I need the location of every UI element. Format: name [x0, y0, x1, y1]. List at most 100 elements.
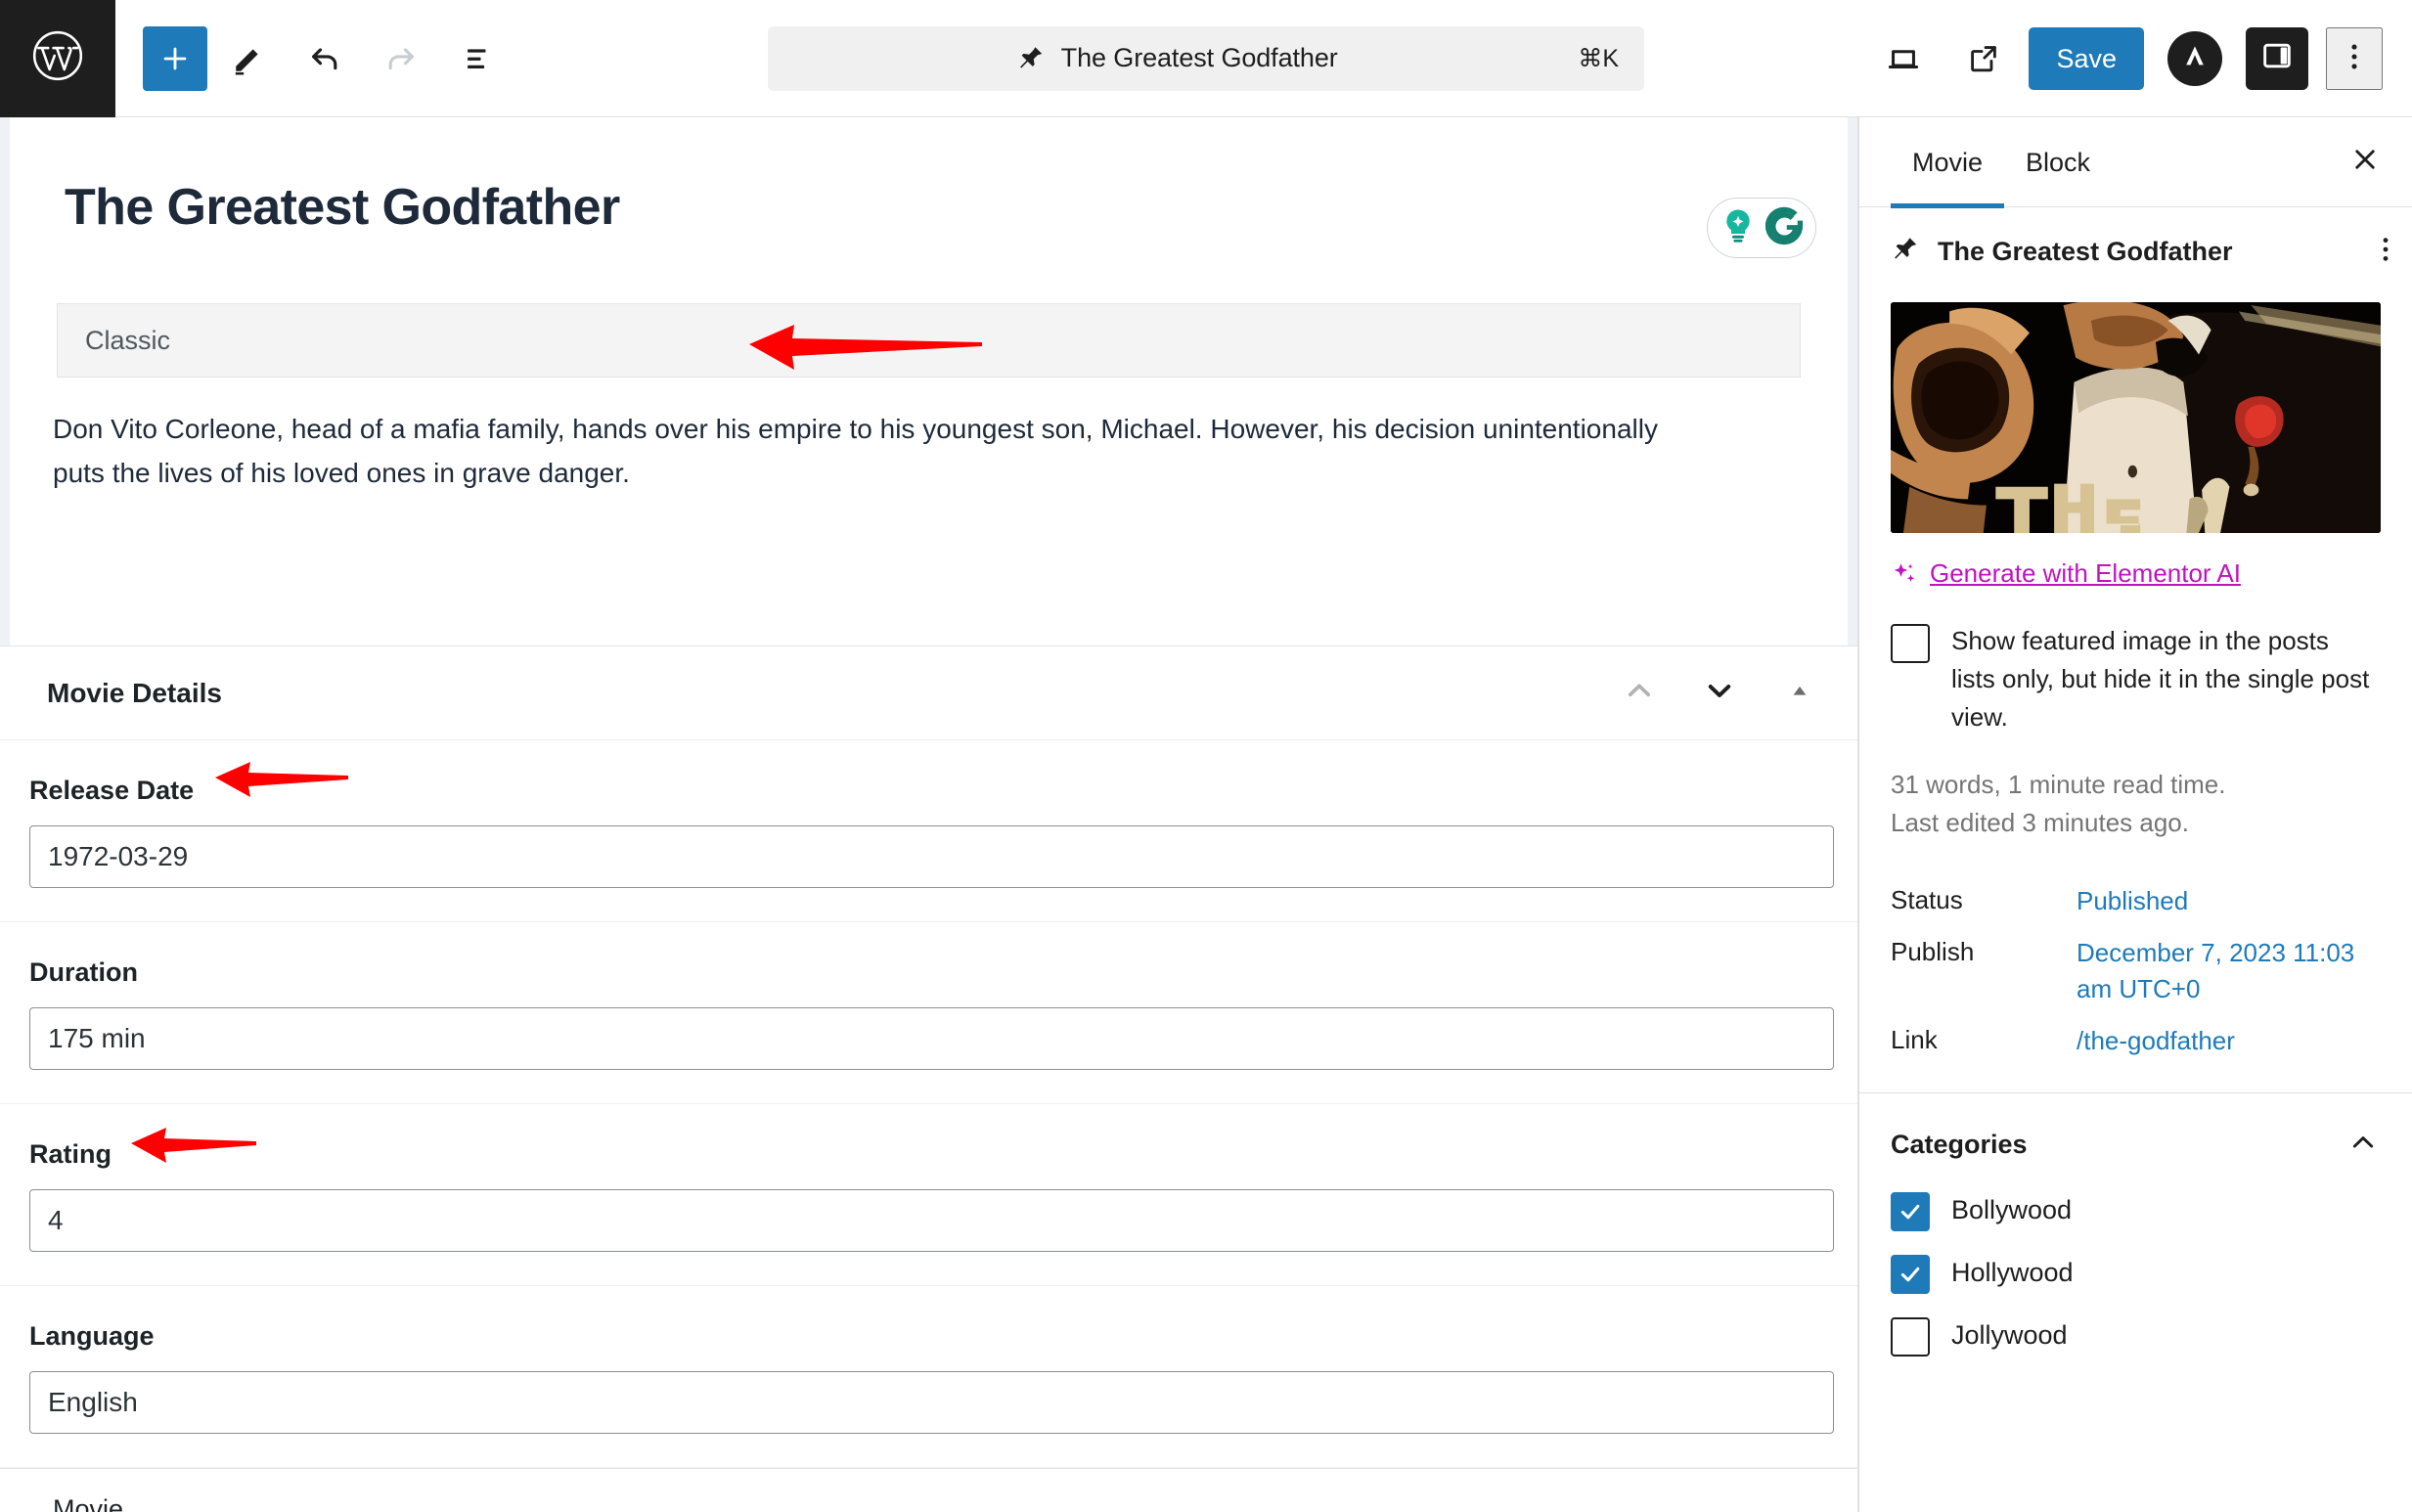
- post-meta-lines: 31 words, 1 minute read time. Last edite…: [1859, 736, 2412, 842]
- undo-button[interactable]: [290, 23, 360, 94]
- check-icon: [1900, 1204, 1920, 1219]
- category-item-bollywood[interactable]: Bollywood: [1859, 1190, 2412, 1253]
- document-overview-icon: [461, 42, 494, 75]
- category-label-jollywood: Jollywood: [1951, 1320, 2068, 1351]
- word-count-text: 31 words, 1 minute read time.: [1891, 770, 2226, 799]
- elementor-logo-icon: [2178, 39, 2211, 77]
- save-button[interactable]: Save: [2029, 26, 2144, 90]
- movie-details-actions: [1617, 671, 1822, 716]
- lightbulb-sparkle-icon: [1718, 205, 1759, 251]
- sidebar-post-options-button[interactable]: [2381, 233, 2390, 271]
- field-row-rating: Rating: [0, 1104, 1857, 1286]
- tab-movie[interactable]: Movie: [1891, 117, 2005, 208]
- post-type-label: Movie: [0, 1468, 1857, 1512]
- elementor-logo-button[interactable]: [2167, 30, 2222, 86]
- language-input[interactable]: [29, 1371, 1834, 1434]
- view-post-external-icon: [1966, 41, 2001, 76]
- category-label-hollywood: Hollywood: [1951, 1258, 2074, 1288]
- undo-icon: [307, 41, 342, 76]
- post-excerpt-paragraph[interactable]: Don Vito Corleone, head of a mafia famil…: [53, 407, 1716, 496]
- rating-label: Rating: [29, 1139, 112, 1169]
- last-edited-text: Last edited 3 minutes ago.: [1891, 808, 2189, 837]
- document-overview-button[interactable]: [442, 23, 513, 94]
- add-block-button[interactable]: [143, 25, 207, 91]
- preview-device-button[interactable]: [1868, 23, 1939, 94]
- link-label: Link: [1891, 1024, 1938, 1054]
- command-bar[interactable]: The Greatest Godfather ⌘K: [768, 25, 1644, 91]
- movie-details-title: Movie Details: [47, 677, 222, 708]
- duration-input[interactable]: [29, 1007, 1834, 1070]
- close-sidebar-button[interactable]: [2338, 135, 2392, 190]
- publish-row: Publish December 7, 2023 11:03 am UTC+0: [1859, 919, 2412, 1007]
- toolbar-left-group: [115, 23, 513, 94]
- status-value[interactable]: Published: [2077, 883, 2188, 919]
- featured-image[interactable]: [1891, 302, 2381, 533]
- status-label: Status: [1891, 885, 1963, 914]
- post-title[interactable]: The Greatest Godfather: [10, 117, 1848, 237]
- chevron-up-icon: [2347, 1135, 2379, 1162]
- featured-image-visibility-row[interactable]: Show featured image in the posts lists o…: [1859, 589, 2412, 736]
- editor-canvas-column: The Greatest Godfather Classic Don Vito …: [0, 117, 1858, 1512]
- category-checkbox-jollywood[interactable]: [1891, 1316, 1930, 1356]
- publish-value[interactable]: December 7, 2023 11:03 am UTC+0: [2077, 935, 2381, 1007]
- check-icon: [1900, 1267, 1920, 1281]
- categories-collapse-button[interactable]: [2347, 1127, 2379, 1163]
- laptop-preview-icon: [1885, 40, 1922, 77]
- settings-sidebar: Movie Block The Greatest Godfather Gener…: [1858, 117, 2412, 1512]
- categories-header[interactable]: Categories: [1859, 1093, 2412, 1190]
- annotation-arrow-rating: [125, 1118, 262, 1173]
- plus-icon: [158, 42, 192, 75]
- view-post-button[interactable]: [1948, 23, 2019, 94]
- movie-details-header: Movie Details: [0, 646, 1857, 740]
- command-bar-inner: The Greatest Godfather: [793, 43, 1560, 73]
- generate-with-elementor-ai-link[interactable]: Generate with Elementor AI: [1859, 533, 2412, 589]
- wordpress-block-editor: The Greatest Godfather ⌘K Save The Great…: [0, 0, 2412, 1512]
- grammarly-g-icon: [1763, 204, 1806, 252]
- featured-image-visibility-label: Show featured image in the posts lists o…: [1951, 626, 2370, 732]
- edit-tool-button[interactable]: [213, 23, 284, 94]
- rating-input[interactable]: [29, 1189, 1834, 1252]
- pin-icon: [1016, 44, 1046, 73]
- sidebar-tabs: Movie Block: [1859, 117, 2412, 208]
- move-down-button[interactable]: [1697, 671, 1742, 716]
- sidebar-post-name: The Greatest Godfather: [1938, 237, 2233, 266]
- release-date-label: Release Date: [29, 776, 195, 805]
- classic-block[interactable]: Classic: [57, 303, 1801, 378]
- chevron-down-icon: [1703, 674, 1736, 712]
- settings-sidebar-toggle-icon: [2258, 37, 2296, 79]
- redo-button[interactable]: [366, 23, 436, 94]
- status-row: Status Published: [1859, 842, 2412, 919]
- release-date-input[interactable]: [29, 825, 1834, 888]
- editor-toolbar: The Greatest Godfather ⌘K Save: [0, 0, 2412, 117]
- category-label-bollywood: Bollywood: [1951, 1195, 2073, 1225]
- classic-block-label: Classic: [85, 325, 171, 355]
- tab-block[interactable]: Block: [2004, 117, 2112, 207]
- collapse-metabox-button[interactable]: [1777, 671, 1822, 716]
- annotation-arrow-release-date: [207, 752, 354, 807]
- wordpress-logo-button[interactable]: [0, 0, 115, 117]
- kebab-menu-icon: [2349, 39, 2359, 77]
- editor-options-button[interactable]: [2326, 26, 2383, 90]
- command-bar-shortcut: ⌘K: [1578, 44, 1619, 72]
- move-up-button[interactable]: [1617, 671, 1662, 716]
- redo-icon: [383, 41, 419, 76]
- featured-image-visibility-checkbox[interactable]: [1891, 624, 1930, 663]
- editor-body: The Greatest Godfather Classic Don Vito …: [0, 117, 2412, 1512]
- kebab-menu-icon: [2381, 238, 2390, 270]
- sparkle-icon: [1891, 560, 1918, 588]
- settings-sidebar-toggle[interactable]: [2246, 26, 2308, 90]
- field-row-duration: Duration: [0, 922, 1857, 1104]
- movie-details-metabox: Movie Details Release Date 1972-03-29 Du…: [0, 645, 1857, 1512]
- grammarly-widget[interactable]: [1707, 198, 1816, 258]
- categories-title: Categories: [1891, 1129, 2028, 1159]
- category-checkbox-hollywood[interactable]: [1891, 1254, 1930, 1294]
- post-content-card: The Greatest Godfather Classic Don Vito …: [10, 117, 1848, 645]
- publish-label: Publish: [1891, 936, 1975, 966]
- category-checkbox-bollywood[interactable]: [1891, 1191, 1930, 1231]
- pin-icon: [1891, 235, 1920, 269]
- category-item-jollywood[interactable]: Jollywood: [1859, 1315, 2412, 1378]
- link-value[interactable]: /the-godfather: [2077, 1023, 2235, 1059]
- close-icon: [2349, 144, 2381, 180]
- wordpress-logo-icon: [30, 28, 85, 88]
- category-item-hollywood[interactable]: Hollywood: [1859, 1253, 2412, 1315]
